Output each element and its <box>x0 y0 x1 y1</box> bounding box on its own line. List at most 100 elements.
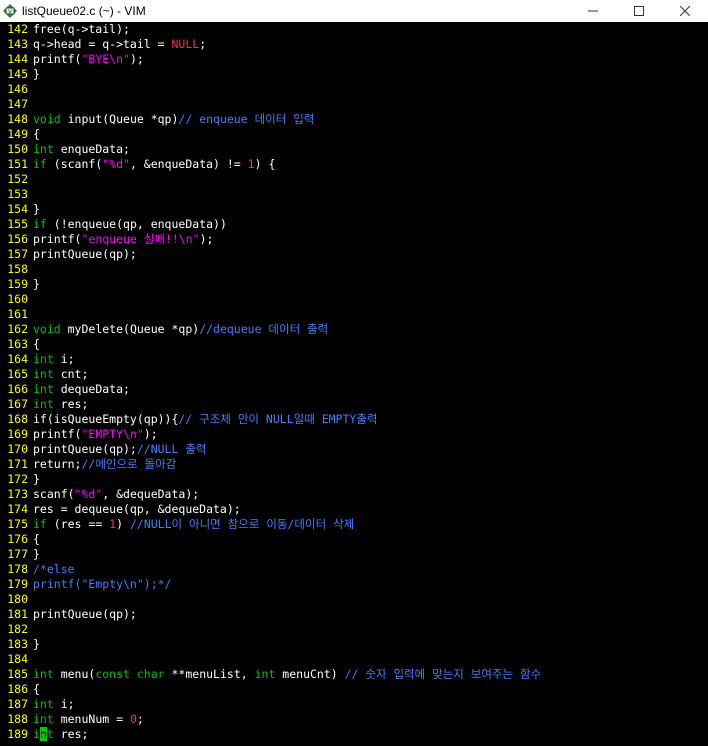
text-cursor: n <box>39 727 47 741</box>
line-number: 187 <box>7 697 28 711</box>
code-line: 157 printQueue(qp); <box>0 247 137 262</box>
code-line: 188 int menuNum = 0; <box>0 712 144 727</box>
code-line: 156 printf("enqueue 실패!!\n"); <box>0 232 213 247</box>
code-token: printf( <box>33 427 82 441</box>
code-token: { <box>33 337 40 351</box>
code-token: res; <box>53 727 89 741</box>
line-number: 185 <box>7 667 28 681</box>
code-line: 161 <box>0 307 33 322</box>
code-line: 170 printQueue(qp);//NULL 출력 <box>0 442 206 457</box>
code-line: 184 <box>0 652 33 667</box>
code-token: i; <box>53 352 75 366</box>
line-number: 179 <box>7 577 28 591</box>
code-editor[interactable]: 142 free(q->tail); 143 q->head = q->tail = … <box>0 22 708 746</box>
line-number: 189 <box>7 727 28 741</box>
line-number: 169 <box>7 427 28 441</box>
code-line: 158 <box>0 262 33 277</box>
code-token: ); <box>199 232 214 246</box>
code-token: int <box>33 142 54 156</box>
code-line: 163 { <box>0 337 40 352</box>
code-token: free(q->tail); <box>33 22 130 36</box>
code-token: printQueue(qp); <box>33 607 137 621</box>
line-number: 146 <box>7 82 28 96</box>
code-line: 159} <box>0 277 40 292</box>
line-number: 167 <box>7 397 28 411</box>
line-number: 159 <box>7 277 28 291</box>
line-number: 145 <box>7 67 28 81</box>
line-number: 181 <box>7 607 28 621</box>
code-line: 175 if (res == 1) //NULL이 아니면 참으로 이동/데이터 … <box>0 517 354 532</box>
code-token: ; <box>199 37 207 51</box>
minimize-button[interactable] <box>570 0 616 22</box>
code-line: 171 return;//메인으로 돌아감 <box>0 457 176 472</box>
code-token: q->head = q->tail = <box>33 37 172 51</box>
code-token: } <box>33 637 40 651</box>
line-number: 173 <box>7 487 28 501</box>
line-number: 186 <box>7 682 28 696</box>
line-number: 153 <box>7 187 28 201</box>
code-token: //NULL이 아니면 참으로 이동/데이터 삭제 <box>129 517 355 531</box>
line-number: 164 <box>7 352 28 366</box>
code-token: "EMPTY\n" <box>81 427 144 441</box>
code-token: /*else <box>33 562 75 576</box>
code-line: 166 int dequeData; <box>0 382 130 397</box>
window-titlebar: V listQueue02.c (~) - VIM <box>0 0 708 22</box>
code-token: menuCnt) <box>275 667 345 681</box>
code-token: res = dequeue(qp, &dequeData); <box>33 502 241 516</box>
line-number: 174 <box>7 502 28 516</box>
line-number: 172 <box>7 472 28 486</box>
code-token: input(Queue *qp) <box>60 112 179 126</box>
code-token: "%d" <box>102 157 130 171</box>
code-token: ) { <box>254 157 276 171</box>
line-number: 150 <box>7 142 28 156</box>
code-token: **menuList, <box>164 667 255 681</box>
code-token: 0 <box>129 712 137 726</box>
code-token: "BYE\n" <box>81 52 130 66</box>
code-token: //NULL 출력 <box>136 442 207 456</box>
code-line: 146 <box>0 82 33 97</box>
code-token: menu( <box>53 667 96 681</box>
close-icon <box>680 6 690 16</box>
code-line: 179 printf("Empty\n");*/ <box>0 577 171 592</box>
window-title: listQueue02.c (~) - VIM <box>22 4 146 18</box>
code-line: 162 void myDelete(Queue *qp)//dequeue 데이터… <box>0 322 328 337</box>
line-number: 151 <box>7 157 28 171</box>
line-number: 148 <box>7 112 28 126</box>
code-token: ); <box>143 427 158 441</box>
line-number: 188 <box>7 712 28 726</box>
code-token: printQueue(qp); <box>33 247 137 261</box>
code-token: 1 <box>247 157 255 171</box>
line-number: 165 <box>7 367 28 381</box>
line-number: 182 <box>7 622 28 636</box>
code-line: 180 <box>0 592 33 607</box>
code-line: 185 int menu(const char **menuList, int m… <box>0 667 541 682</box>
code-token: } <box>33 547 40 561</box>
code-token: // 구조체 안이 NULL일때 EMPTY출력 <box>178 412 378 426</box>
code-token: } <box>33 202 40 216</box>
code-token: { <box>33 682 40 696</box>
minimize-icon <box>588 10 598 12</box>
code-line: 181 printQueue(qp); <box>0 607 137 622</box>
code-token: if <box>33 217 47 231</box>
line-number: 162 <box>7 322 28 336</box>
maximize-button[interactable] <box>616 0 662 22</box>
code-line: 174 res = dequeue(qp, &dequeData); <box>0 502 241 517</box>
code-token: { <box>33 127 40 141</box>
code-line: 165 int cnt; <box>0 367 88 382</box>
code-token: "enqueue 실패!!\n" <box>81 232 200 246</box>
code-token: printf("Empty\n");*/ <box>33 577 172 591</box>
line-number: 180 <box>7 592 28 606</box>
line-number: 152 <box>7 172 28 186</box>
code-token: , &enqueData) != <box>129 157 248 171</box>
code-token: , &dequeData); <box>102 487 200 501</box>
code-token: //dequeue 데이터 출력 <box>199 322 329 336</box>
line-number: 142 <box>7 22 28 36</box>
code-line: 155 if (!enqueue(qp, enqueData)) <box>0 217 227 232</box>
code-token: //메인으로 돌아감 <box>81 457 177 471</box>
close-button[interactable] <box>662 0 708 22</box>
code-token: res; <box>53 397 89 411</box>
code-token: menuNum = <box>53 712 130 726</box>
code-line: 169 printf("EMPTY\n"); <box>0 427 158 442</box>
code-line: 153 <box>0 187 33 202</box>
code-token: int <box>33 697 54 711</box>
